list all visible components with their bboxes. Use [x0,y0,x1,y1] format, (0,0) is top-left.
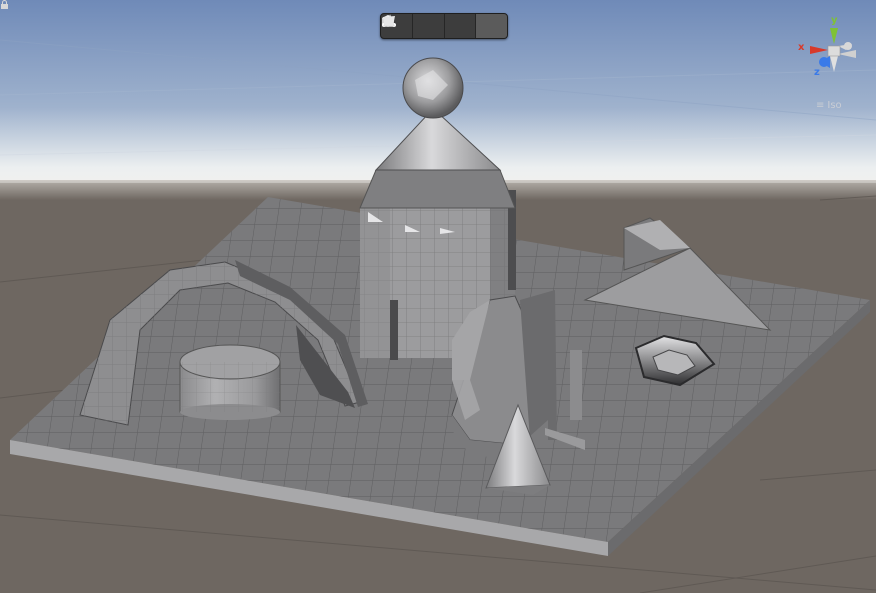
lock-icon[interactable] [0,0,9,9]
projection-toggle[interactable]: ≡ Iso [816,98,842,112]
gizmo-x-label: x [798,42,805,53]
face-mode-icon [383,16,395,26]
gizmo-z-label: z [814,67,820,78]
selection-mode-toolbar [380,13,508,39]
gizmo-y-label: y [831,15,838,26]
projection-label: Iso [827,99,842,111]
scene-viewport[interactable]: y x z ≡ Iso [0,0,876,593]
orientation-gizmo[interactable]: y x z [790,10,876,110]
sphere-mesh[interactable] [402,57,464,119]
face-mode-button[interactable] [383,14,507,38]
vertex-mode-button[interactable] [382,14,445,38]
edge-mode-button[interactable] [382,14,477,38]
menu-icon: ≡ [816,99,825,111]
cylinder-mesh[interactable] [179,344,281,420]
scene-canvas[interactable] [0,0,876,593]
